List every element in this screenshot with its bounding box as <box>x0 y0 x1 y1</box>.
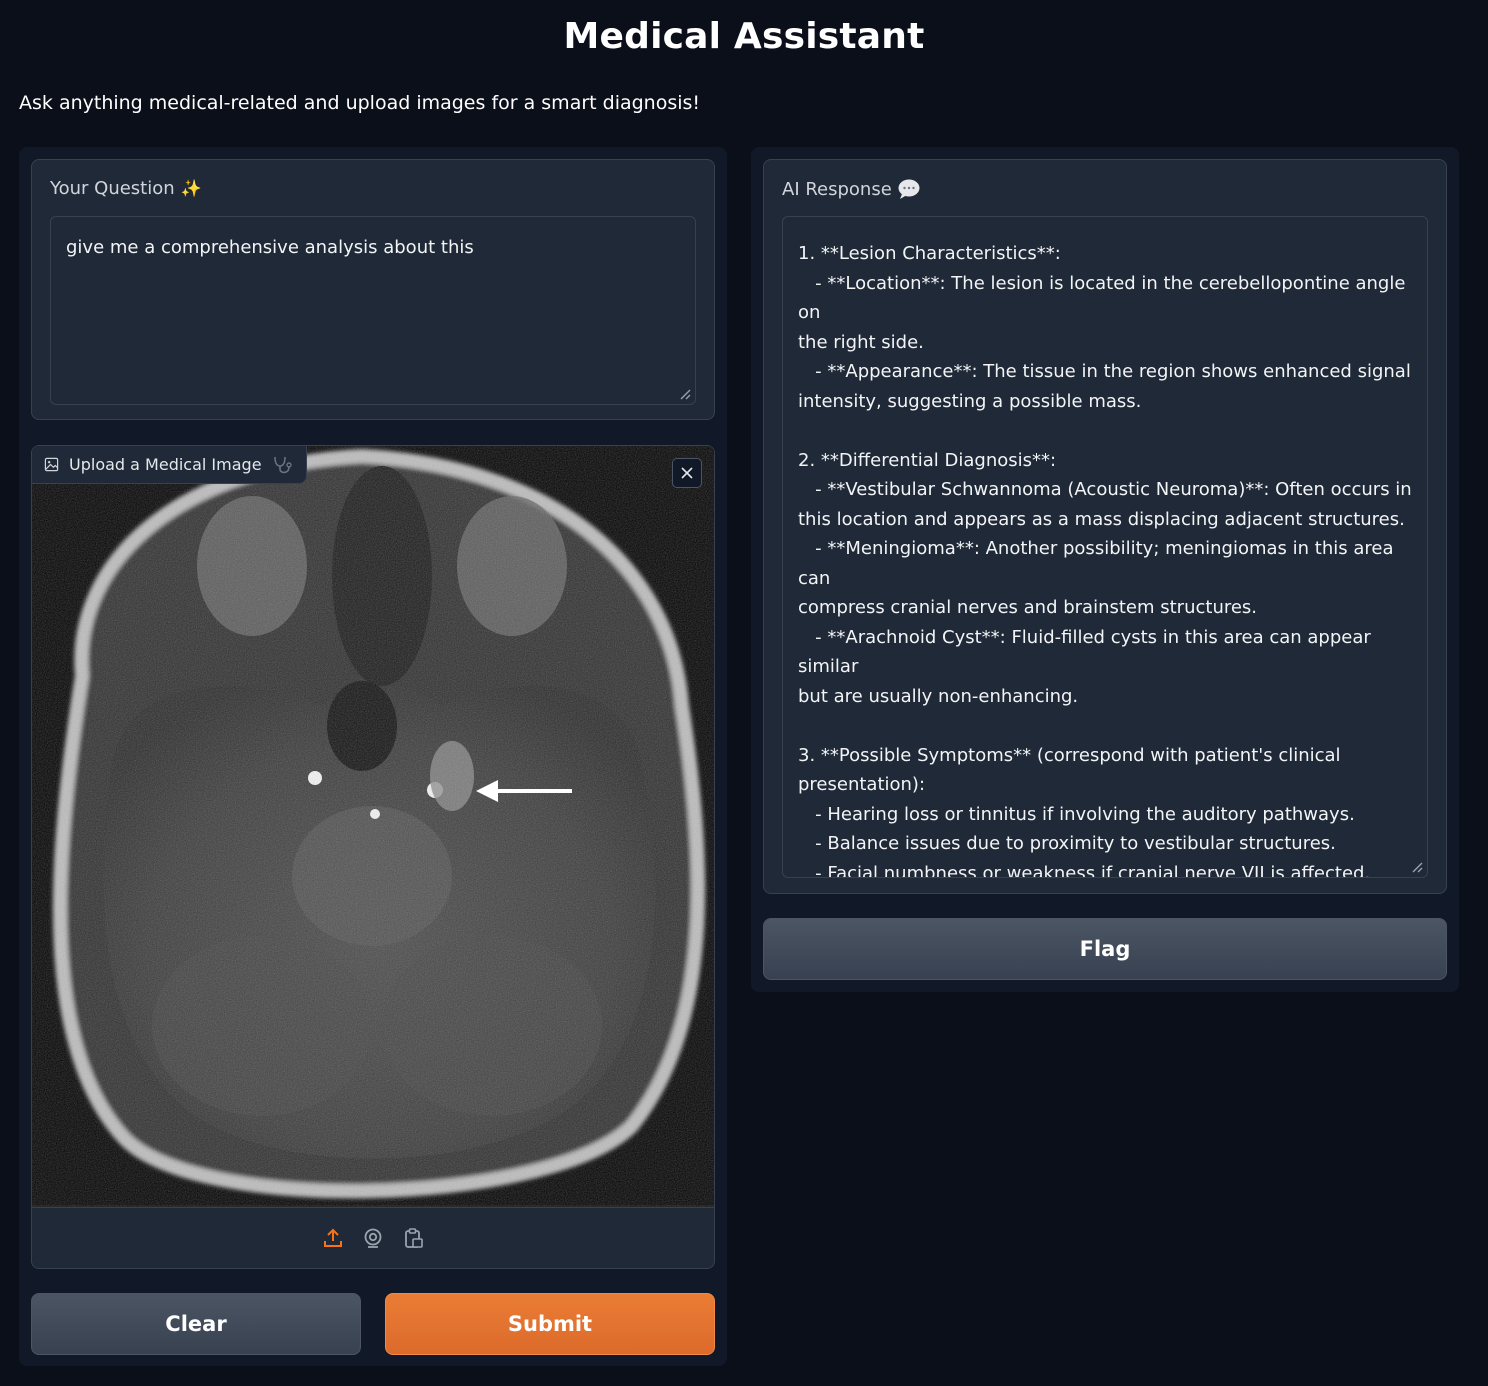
page-subtitle: Ask anything medical-related and upload … <box>19 92 701 114</box>
response-line <box>798 711 1412 741</box>
response-line: but are usually non-enhancing. <box>798 685 1079 707</box>
response-label-text: AI Response <box>782 178 892 200</box>
question-label-text: Your Question <box>50 178 175 199</box>
response-label: AI Response <box>782 178 921 200</box>
response-line: - **Meningioma**: Another possibility; m… <box>798 538 1400 589</box>
response-line: this location and appears as a mass disp… <box>798 508 1405 530</box>
sparkles-icon: ✨ <box>180 178 202 199</box>
left-column: Your Question ✨ give me a comprehensive … <box>19 147 727 1366</box>
speech-bubble-icon <box>898 179 920 199</box>
response-line: - Hearing loss or tinnitus if involving … <box>798 803 1355 825</box>
question-label: Your Question ✨ <box>50 178 202 199</box>
response-line: compress cranial nerves and brainstem st… <box>798 597 1258 618</box>
mri-image <box>32 446 714 1208</box>
resize-handle-icon[interactable] <box>1411 861 1423 873</box>
image-source-toolbar <box>32 1207 714 1268</box>
clipboard-icon[interactable] <box>402 1227 424 1249</box>
flag-button[interactable]: Flag <box>763 918 1447 980</box>
clear-button[interactable]: Clear <box>31 1293 361 1355</box>
response-line: - **Location**: The lesion is located in… <box>798 272 1412 324</box>
response-line: presentation): <box>798 774 926 795</box>
response-line <box>798 416 1412 446</box>
submit-button[interactable]: Submit <box>385 1293 715 1355</box>
response-line: intensity, suggesting a possible mass. <box>798 390 1142 412</box>
response-line: the right side. <box>798 331 924 353</box>
question-input[interactable]: give me a comprehensive analysis about t… <box>50 216 696 405</box>
question-block: Your Question ✨ give me a comprehensive … <box>31 159 715 420</box>
response-line: - Facial numbness or weakness if cranial… <box>798 862 1371 878</box>
right-column: AI Response 1. **Lesion Characteristics*… <box>751 147 1459 992</box>
image-upload-label-text: Upload a Medical Image <box>69 455 262 474</box>
response-line: - **Vestibular Schwannoma (Acoustic Neur… <box>798 479 1412 500</box>
image-upload-block[interactable]: Upload a Medical Image <box>31 445 715 1269</box>
response-line: - **Arachnoid Cyst**: Fluid-filled cysts… <box>798 626 1377 678</box>
response-lines: 1. **Lesion Characteristics**: - **Locat… <box>798 239 1412 878</box>
response-line: 2. **Differential Diagnosis**: <box>798 449 1057 471</box>
response-line: 1. **Lesion Characteristics**: <box>798 243 1061 264</box>
upload-icon[interactable] <box>322 1227 344 1249</box>
stethoscope-icon <box>273 456 292 473</box>
remove-image-button[interactable] <box>672 458 702 488</box>
webcam-icon[interactable] <box>362 1227 384 1249</box>
close-icon <box>681 467 693 479</box>
response-block: AI Response 1. **Lesion Characteristics*… <box>763 159 1447 894</box>
response-line: - **Appearance**: The tissue in the regi… <box>798 361 1411 382</box>
page-title: Medical Assistant <box>563 16 925 57</box>
resize-handle-icon[interactable] <box>679 388 691 400</box>
image-icon <box>44 457 59 472</box>
question-input-value: give me a comprehensive analysis about t… <box>66 237 474 258</box>
response-line: - Balance issues due to proximity to ves… <box>798 833 1336 854</box>
image-upload-label: Upload a Medical Image <box>32 446 307 484</box>
response-line: 3. **Possible Symptoms** (correspond wit… <box>798 744 1341 766</box>
response-output[interactable]: 1. **Lesion Characteristics**: - **Locat… <box>782 216 1428 878</box>
